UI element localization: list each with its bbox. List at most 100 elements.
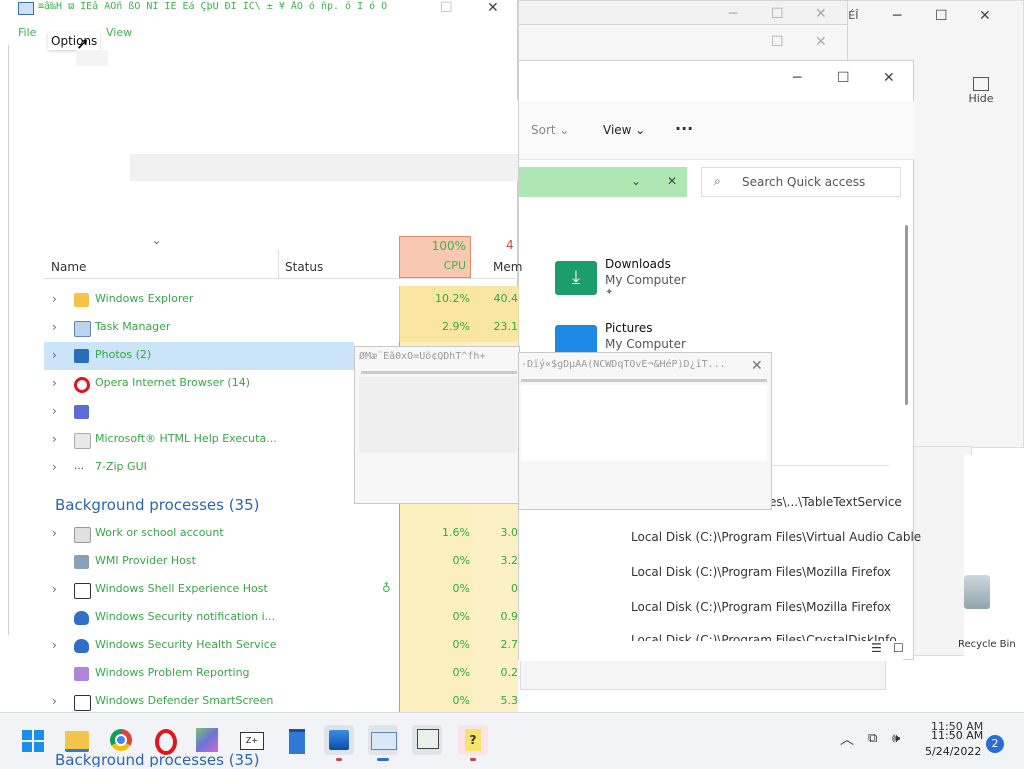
sort-chevron-icon[interactable]: ⌄	[152, 234, 161, 247]
taskbar-app[interactable]	[412, 725, 442, 755]
maximize-icon[interactable]: ☐	[837, 71, 850, 85]
process-row[interactable]: › Task Manager 2.9% 23.1	[44, 314, 518, 342]
process-name: Windows Problem Reporting	[95, 666, 250, 679]
expand-chevron-icon[interactable]: ›	[52, 526, 57, 540]
process-name: Windows Security Health Service	[95, 638, 277, 651]
photos-icon	[329, 730, 349, 750]
search-box[interactable]: ⌕ Search Quick access	[701, 167, 901, 197]
taskbar-photos[interactable]	[324, 725, 354, 761]
window-title: ≡â‰H ϖ IEâ ÃÕñ ßÓ ÑÍ ÌÈ Ëá ÇþÛ ÐÍ ÌC\ ± …	[38, 1, 388, 12]
clear-icon[interactable]: ✕	[667, 174, 677, 188]
taskbar-file-explorer[interactable]	[62, 725, 92, 755]
process-row[interactable]: › Windows Defender SmartScreen 0% 5.3	[44, 688, 518, 712]
view-button[interactable]: View ⌄	[603, 123, 645, 137]
process-cpu: 0%	[452, 582, 470, 595]
tiles-view-icon[interactable]: ☐	[893, 641, 904, 655]
search-input[interactable]: Search Quick access	[742, 175, 865, 189]
hide-button[interactable]: Hide	[961, 77, 1001, 111]
maximize-icon[interactable]: ☐	[771, 7, 784, 21]
expand-chevron-icon[interactable]: ›	[52, 582, 57, 596]
process-memory: 0.2	[500, 666, 519, 679]
expand-chevron-icon[interactable]: ›	[52, 320, 57, 334]
process-row[interactable]: › Work or school account 1.6% 3.0	[44, 520, 518, 548]
wmi-icon	[74, 555, 89, 569]
menu-file[interactable]: File	[18, 26, 36, 39]
network-icon[interactable]: ⧉	[868, 731, 877, 746]
process-row[interactable]: Windows Problem Reporting 0% 0.2	[44, 660, 518, 688]
minimize-icon[interactable]: ─	[729, 7, 737, 21]
process-cpu: 0%	[452, 554, 470, 567]
column-status[interactable]: Status	[285, 260, 323, 274]
windows-logo-icon	[22, 730, 44, 752]
sort-button[interactable]: Sort ⌄	[531, 123, 569, 137]
process-name: Windows Explorer	[95, 292, 194, 305]
recycle-bin-icon[interactable]	[964, 575, 990, 609]
taskbar: Background processes (35) Z+ ? ︿ ⧉ 🕪 11:…	[0, 712, 1024, 769]
quick-access-item[interactable]: ⤓ Downloads My Computer ✦	[555, 257, 755, 301]
problem-report-icon	[74, 667, 89, 681]
close-icon[interactable]: ✕	[751, 359, 763, 373]
chevron-up-icon[interactable]: ︿	[840, 729, 854, 749]
process-row-selected[interactable]: › Photos (2)	[44, 342, 354, 370]
process-row[interactable]: › Windows Shell Experience Host ♁ 0% 0	[44, 576, 518, 604]
maximize-icon[interactable]: ☐	[935, 9, 948, 23]
notification-badge[interactable]: 2	[986, 735, 1004, 753]
process-row[interactable]: Windows Security notification i... 0% 0.…	[44, 604, 518, 632]
column-memory[interactable]: Mem	[493, 260, 522, 274]
menu-view[interactable]: View	[106, 26, 132, 39]
maximize-icon[interactable]: ☐	[771, 35, 784, 49]
cpu-column-header[interactable]: 100% CPU	[399, 236, 471, 278]
recent-path[interactable]: Local Disk (C:)\Program Files\Mozilla Fi…	[631, 565, 891, 579]
process-row[interactable]: WMI Provider Host 0% 3.2	[44, 548, 518, 576]
expand-chevron-icon[interactable]: ›	[52, 432, 57, 446]
taskbar-help[interactable]: ?	[458, 725, 488, 761]
start-button[interactable]	[18, 725, 48, 755]
menu-options[interactable]: Options	[48, 32, 101, 50]
close-icon[interactable]: ✕	[883, 71, 895, 85]
recent-path[interactable]: es\...\TableTextService	[769, 495, 902, 509]
clock-date[interactable]: 5/24/2022	[925, 745, 981, 758]
account-icon	[74, 527, 91, 543]
recent-path[interactable]: Local Disk (C:)\Program Files\Mozilla Fi…	[631, 600, 891, 614]
app-icon	[196, 728, 218, 752]
clock-time[interactable]: 11:50 AM	[931, 729, 983, 742]
chevron-down-icon[interactable]: ⌄	[631, 174, 641, 188]
expand-chevron-icon[interactable]: ›	[52, 694, 57, 708]
expand-chevron-icon[interactable]: ›	[52, 460, 57, 474]
expand-chevron-icon[interactable]: ›	[52, 348, 57, 362]
column-name[interactable]: Name	[51, 260, 86, 274]
minimize-icon[interactable]: ─	[893, 9, 901, 23]
taskbar-app[interactable]	[192, 725, 222, 755]
process-memory: 5.3	[500, 694, 519, 707]
process-cpu: 0%	[452, 694, 470, 707]
close-icon[interactable]: ✕	[979, 9, 991, 23]
taskbar-task-manager[interactable]	[368, 725, 398, 761]
address-bar[interactable]: ⌄ ✕	[519, 167, 687, 197]
process-row[interactable]: › Windows Security Health Service 0% 2.7	[44, 632, 518, 660]
running-indicator	[377, 758, 389, 761]
scrollbar[interactable]	[905, 225, 908, 405]
maximize-icon[interactable]: ☐	[440, 1, 453, 15]
item-name: Downloads	[605, 257, 671, 271]
taskbar-opera[interactable]	[150, 725, 180, 755]
taskbar-notepad[interactable]	[282, 725, 312, 755]
close-icon[interactable]: ✕	[487, 1, 499, 15]
process-row[interactable]: › Windows Explorer 10.2% 40.4	[44, 286, 518, 314]
details-view-icon[interactable]: ☰	[871, 641, 882, 655]
expand-chevron-icon[interactable]: ›	[52, 292, 57, 306]
recent-path[interactable]: Local Disk (C:)\Program Files\Virtual Au…	[631, 530, 921, 544]
expand-chevron-icon[interactable]: ›	[52, 638, 57, 652]
process-memory: 23.1	[493, 320, 519, 333]
process-name: Microsoft® HTML Help Executa...	[95, 432, 277, 445]
volume-icon[interactable]: 🕪	[892, 731, 900, 746]
process-name: 7-Zip GUI	[95, 460, 147, 473]
taskbar-app[interactable]: Z+	[236, 725, 266, 755]
minimize-icon[interactable]: ─	[793, 71, 801, 85]
close-icon[interactable]: ✕	[815, 7, 827, 21]
more-options-button[interactable]: ···	[675, 119, 693, 138]
expand-chevron-icon[interactable]: ›	[52, 404, 57, 418]
recent-path[interactable]: Local Disk (C:)\Program Files\CrystalDis…	[631, 633, 897, 641]
taskbar-chrome[interactable]	[106, 725, 136, 755]
close-icon[interactable]: ✕	[815, 35, 827, 49]
expand-chevron-icon[interactable]: ›	[52, 376, 57, 390]
